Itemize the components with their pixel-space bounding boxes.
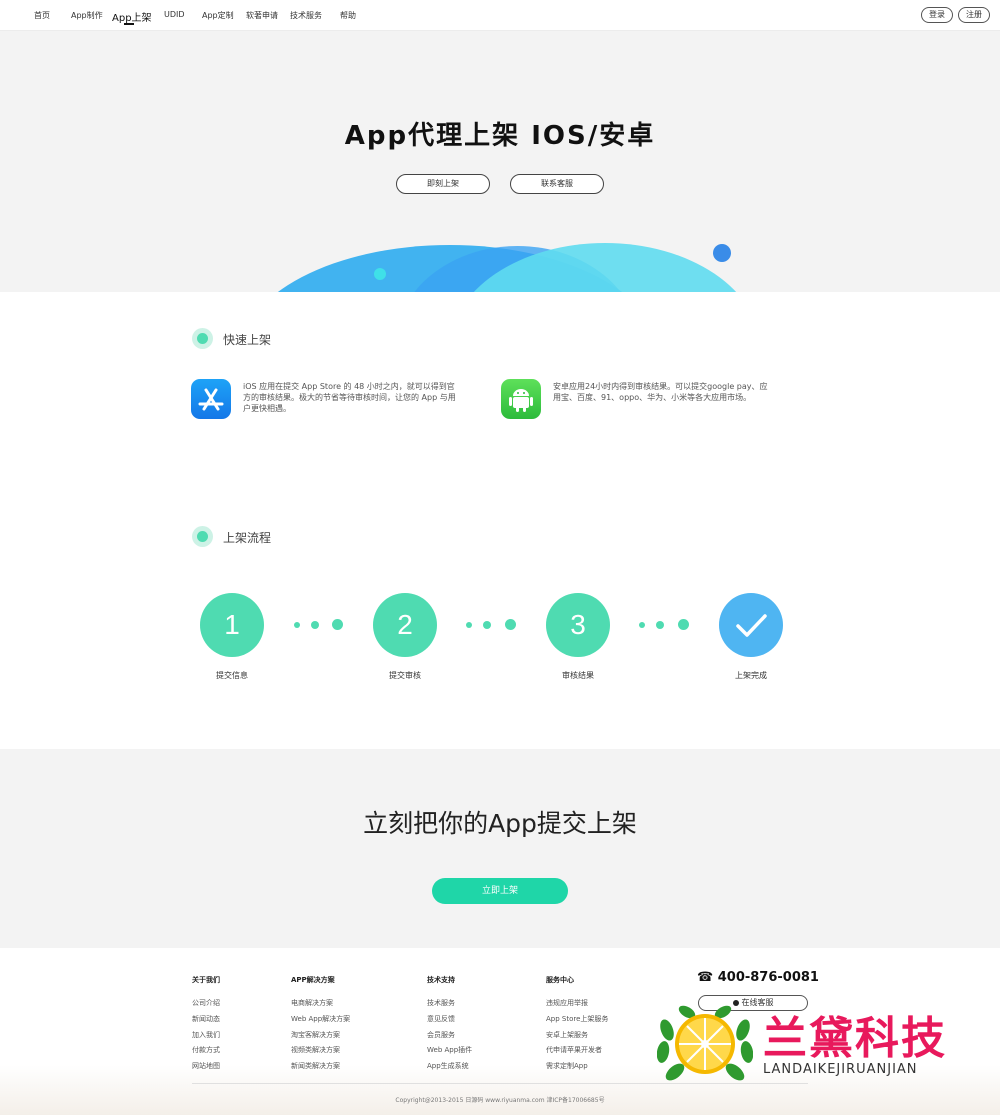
submit-now-button[interactable]: 立即上架: [432, 878, 568, 904]
nav-item-udid[interactable]: UDID: [164, 10, 185, 19]
nav-item-home[interactable]: 首页: [34, 10, 50, 21]
quick-publish-title: 快速上架: [223, 333, 272, 347]
footer-link[interactable]: 网站地图: [192, 1061, 220, 1071]
footer-link[interactable]: 付款方式: [192, 1045, 220, 1055]
footer-link[interactable]: 需求定制App: [546, 1061, 588, 1071]
footer-col-head: 关于我们: [192, 976, 220, 984]
nav-item-app-make[interactable]: App制作: [71, 10, 103, 21]
footer-link[interactable]: 安卓上架服务: [546, 1030, 588, 1040]
footer-link[interactable]: App生成系统: [427, 1061, 469, 1071]
phone-number: 400-876-0081: [717, 970, 819, 985]
step-connector-dot: [332, 619, 343, 630]
footer-col-head: APP解决方案: [291, 976, 335, 984]
footer-link[interactable]: 技术服务: [427, 998, 455, 1008]
register-button[interactable]: 注册: [958, 7, 990, 23]
nav-item-app-publish[interactable]: App上架: [112, 9, 152, 24]
footer-link[interactable]: 意见反馈: [427, 1014, 455, 1024]
footer-link[interactable]: 代申请苹果开发者: [546, 1045, 602, 1055]
nav-item-copyright[interactable]: 软著申请: [246, 10, 278, 21]
step-connector-dot: [294, 622, 300, 628]
android-icon: [501, 379, 541, 419]
step-label: 提交审核: [389, 671, 421, 680]
copyright: Copyright@2013-2015 日源码 www.riyuanma.com…: [395, 1097, 605, 1104]
step-connector-dot: [483, 621, 491, 629]
footer-col-head: 服务中心: [546, 976, 574, 984]
footer-link[interactable]: 新闻动态: [192, 1014, 220, 1024]
watermark-name: 兰黛科技: [763, 1014, 947, 1063]
watermark-logo: 兰黛科技 LANDAIKEJIRUANJIAN: [657, 1000, 977, 1085]
footer-link[interactable]: 电商解决方案: [291, 998, 333, 1008]
footer-link[interactable]: App Store上架服务: [546, 1014, 608, 1024]
footer-col-head: 技术支持: [427, 976, 455, 984]
nav-active-indicator: [124, 23, 134, 25]
step-3-circle: 3: [546, 593, 610, 657]
process-title: 上架流程: [223, 531, 272, 545]
footer-link[interactable]: 加入我们: [192, 1030, 220, 1040]
section-marker-icon: [192, 328, 213, 349]
contact-service-button[interactable]: 联系客服: [510, 174, 604, 194]
top-nav: 首页 App制作 App上架 UDID App定制 软著申请 技术服务 帮助 登…: [0, 0, 1000, 31]
watermark-subtitle: LANDAIKEJIRUANJIAN: [763, 1062, 918, 1077]
step-label: 上架完成: [735, 671, 767, 680]
publish-now-button[interactable]: 即刻上架: [396, 174, 490, 194]
step-connector-dot: [311, 621, 319, 629]
nav-item-tech-service[interactable]: 技术服务: [290, 10, 322, 21]
checkmark-icon: [736, 614, 767, 637]
ios-description: iOS 应用在提交 App Store 的 48 小时之内，就可以得到官方的审核…: [243, 382, 456, 413]
footer-link[interactable]: 淘宝客解决方案: [291, 1030, 340, 1040]
hero-small-dot: [374, 268, 386, 280]
hero-banner: App代理上架 IOS/安卓 即刻上架 联系客服: [0, 31, 1000, 292]
footer-link[interactable]: 视频类解决方案: [291, 1045, 340, 1055]
android-description: 安卓应用24小时内得到审核结果。可以提交google pay、应用宝、百度、91…: [553, 382, 768, 402]
footer-link[interactable]: Web App插件: [427, 1045, 472, 1055]
nav-item-help[interactable]: 帮助: [340, 10, 356, 21]
step-connector-dot: [678, 619, 689, 630]
section-marker-icon: [192, 526, 213, 547]
phone-icon: ☎: [697, 970, 714, 985]
step-connector-dot: [639, 622, 645, 628]
cta-title: 立刻把你的App提交上架: [363, 809, 637, 838]
footer-link[interactable]: Web App解决方案: [291, 1014, 350, 1024]
step-label: 审核结果: [562, 671, 594, 680]
step-connector-dot: [505, 619, 516, 630]
footer-link[interactable]: 新闻类解决方案: [291, 1061, 340, 1071]
footer-link[interactable]: 违规应用举报: [546, 998, 588, 1008]
step-connector-dot: [466, 622, 472, 628]
footer-link[interactable]: 公司介绍: [192, 998, 220, 1008]
step-connector-dot: [656, 621, 664, 629]
nav-item-app-custom[interactable]: App定制: [202, 10, 234, 21]
hotline: ☎ 400-876-0081: [697, 970, 819, 985]
hero-title: App代理上架 IOS/安卓: [344, 121, 656, 151]
app-store-icon: [191, 379, 231, 419]
hero-bubble-dot: [713, 244, 731, 262]
login-button[interactable]: 登录: [921, 7, 953, 23]
step-label: 提交信息: [216, 671, 248, 680]
cta-section: 立刻把你的App提交上架 立即上架: [0, 749, 1000, 948]
step-1-circle: 1: [200, 593, 264, 657]
lemon-wreath-icon: [657, 1005, 753, 1081]
footer-link[interactable]: 会员服务: [427, 1030, 455, 1040]
step-done-circle: [719, 593, 783, 657]
step-2-circle: 2: [373, 593, 437, 657]
